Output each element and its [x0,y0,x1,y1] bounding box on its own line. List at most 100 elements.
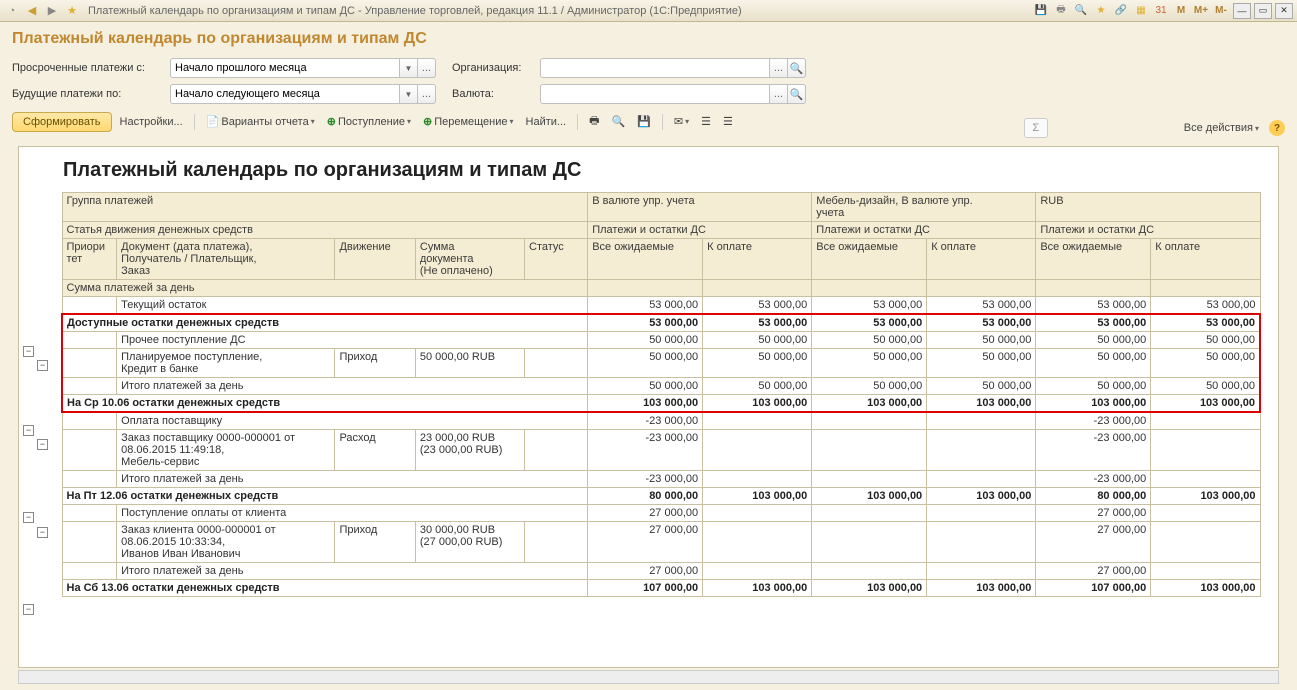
col-currency3: RUB [1036,193,1260,222]
forward-icon[interactable]: ▶ [44,3,60,19]
mail-button[interactable]: ✉▾ [670,113,693,130]
expander[interactable]: − [23,346,34,357]
row-wed: На Ср 10.06 остатки денежных средств [62,395,588,413]
row-sumday: Сумма платежей за день [62,280,588,297]
print-icon[interactable]: 🖶 [1052,3,1070,19]
restore-button[interactable]: ▭ [1254,3,1272,19]
save-icon[interactable]: 💾 [1032,3,1050,19]
m-btn[interactable]: M [1172,3,1190,19]
cell: 53 000,00 [927,314,1036,332]
all-actions-label: Все действия [1184,122,1253,134]
future-more[interactable]: ... [418,84,436,104]
cell-sum: 50 000,00 RUB [415,349,524,378]
col-all3: Все ожидаемые [1036,239,1151,280]
cell: 107 000,00 [1036,580,1151,597]
future-dropdown[interactable]: ▼ [400,84,418,104]
link-icon[interactable]: 🔗 [1112,3,1130,19]
variants-button[interactable]: 📄Варианты отчета▾ [202,113,319,130]
mminus-btn[interactable]: M- [1212,3,1230,19]
row-planned: Планируемое поступление, Кредит в банке [117,349,335,378]
report-inner: Платежный календарь по организациям и ти… [19,147,1278,605]
all-actions-button[interactable]: Все действия▾ [1180,120,1263,136]
app-icon: ◔ [4,3,20,19]
cell: 50 000,00 [1151,349,1260,378]
help-icon[interactable]: ? [1269,120,1285,136]
cell: 50 000,00 [927,349,1036,378]
separator [577,114,578,130]
favorite-icon[interactable]: ★ [64,3,80,19]
variants-label: Варианты отчета [221,116,308,128]
cell: 103 000,00 [588,395,703,413]
expander[interactable]: − [37,360,48,371]
cell: 53 000,00 [588,314,703,332]
col-group: Группа платежей [62,193,588,222]
org-more[interactable]: ... [770,58,788,78]
currency-search-icon[interactable]: 🔍 [788,84,806,104]
print-button[interactable]: 🖶 [585,110,603,133]
cell: 50 000,00 [1151,378,1260,395]
cell: -23 000,00 [588,471,703,488]
cell: 50 000,00 [588,378,703,395]
mplus-btn[interactable]: M+ [1192,3,1210,19]
calendar-icon[interactable]: 31 [1152,3,1170,19]
calc-icon[interactable]: ▦ [1132,3,1150,19]
overdue-label: Просроченные платежи с: [12,62,162,74]
org-search-icon[interactable]: 🔍 [788,58,806,78]
tree2-button[interactable]: ☰ [719,113,737,130]
sigma-button[interactable]: Σ [1024,118,1048,138]
move-button[interactable]: ⊕Перемещение▾ [419,113,518,130]
horizontal-scrollbar[interactable] [18,670,1279,684]
back-icon[interactable]: ◀ [24,3,40,19]
overdue-more[interactable]: ... [418,58,436,78]
cell: 103 000,00 [1151,488,1260,505]
cell: 103 000,00 [927,580,1036,597]
report-area: Платежный календарь по организациям и ти… [18,146,1279,668]
currency-input[interactable] [540,84,770,104]
settings-button[interactable]: Настройки... [116,114,187,130]
cell: 27 000,00 [1036,563,1151,580]
cell-sum30: 30 000,00 RUB (27 000,00 RUB) [415,522,524,563]
income-button[interactable]: ⊕Поступление▾ [323,113,415,130]
overdue-input[interactable] [170,58,400,78]
cell: 53 000,00 [588,297,703,315]
close-button[interactable]: ✕ [1275,3,1293,19]
star-icon[interactable]: ★ [1092,3,1110,19]
form-button[interactable]: Сформировать [12,112,112,132]
row-supplier: Оплата поставщику [117,412,588,430]
currency-label: Валюта: [452,88,532,100]
doc-icon: 📄 [206,115,220,128]
find-button[interactable]: Найти... [522,114,571,130]
row-supplier-order: Заказ поставщику 0000-000001 от 08.06.20… [117,430,335,471]
org-input[interactable] [540,58,770,78]
expander[interactable]: − [37,439,48,450]
expander[interactable]: − [23,604,34,615]
tree-button[interactable]: ☰ [697,113,715,130]
col-pay3: К оплате [1151,239,1260,280]
report-title: Платежный календарь по организациям и ти… [63,159,1270,182]
cell: 103 000,00 [703,395,812,413]
row-income-client: Поступление оплаты от клиента [117,505,588,522]
cell: 50 000,00 [812,332,927,349]
save-button[interactable]: 💾 [633,113,655,130]
currency-more[interactable]: ... [770,84,788,104]
separator [194,114,195,130]
cell: 50 000,00 [927,378,1036,395]
overdue-dropdown[interactable]: ▼ [400,58,418,78]
expander[interactable]: − [23,425,34,436]
col-currency2: Мебель-дизайн, В валюте упр. учета [812,193,1036,222]
cell: 103 000,00 [927,488,1036,505]
cell: 50 000,00 [812,349,927,378]
preview-icon[interactable]: 🔍 [1072,3,1090,19]
cell: 27 000,00 [588,563,703,580]
cell-sum23: 23 000,00 RUB (23 000,00 RUB) [415,430,524,471]
row-total-day2: Итого платежей за день [117,471,588,488]
cell-prihod: Приход [335,349,415,378]
future-input[interactable] [170,84,400,104]
minimize-button[interactable]: — [1233,3,1251,19]
preview-button[interactable]: 🔍 [607,113,629,130]
cell: 103 000,00 [812,488,927,505]
future-combo: ▼ ... [170,84,436,104]
expander[interactable]: − [23,512,34,523]
expander[interactable]: − [37,527,48,538]
window-title: Платежный календарь по организациям и ти… [88,5,1028,17]
